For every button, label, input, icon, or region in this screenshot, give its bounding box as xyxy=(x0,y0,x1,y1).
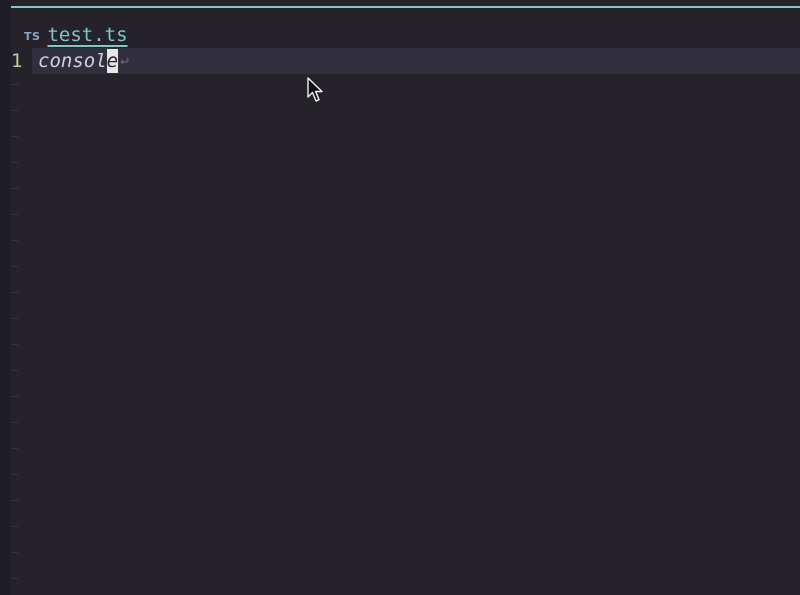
gutter-tick xyxy=(11,162,18,163)
return-arrow-icon: ↩ xyxy=(120,52,130,70)
gutter-tick xyxy=(11,84,18,85)
code-text[interactable]: consol xyxy=(38,49,107,73)
tab-label[interactable]: test.ts xyxy=(47,24,127,46)
gutter-tick xyxy=(11,110,18,111)
gutter-tick xyxy=(11,370,18,371)
gutter-tick xyxy=(11,344,18,345)
gutter-tick xyxy=(11,318,18,319)
gutter-tick xyxy=(11,396,18,397)
text-cursor: e xyxy=(106,49,119,73)
gutter-tick xyxy=(11,422,18,423)
gutter-tick xyxy=(11,578,18,579)
gutter-tick xyxy=(11,188,18,189)
gutter-tick xyxy=(11,552,18,553)
gutter-markers xyxy=(11,76,31,595)
gutter-tick xyxy=(11,474,18,475)
gutter-tick xyxy=(11,292,18,293)
gutter-tick xyxy=(11,266,18,267)
gutter-tick xyxy=(11,136,18,137)
gutter-edge xyxy=(0,0,11,595)
code-line[interactable]: consol e ↩ xyxy=(38,49,129,73)
gutter-tick xyxy=(11,214,18,215)
gutter-tick xyxy=(11,500,18,501)
current-line-highlight xyxy=(32,48,800,74)
tab-test-ts[interactable]: TS test.ts xyxy=(24,22,128,48)
tab-bar-border xyxy=(11,6,800,8)
line-number: 1 xyxy=(11,50,23,72)
typescript-file-icon: TS xyxy=(24,29,41,43)
gutter-tick xyxy=(11,448,18,449)
mouse-pointer-icon xyxy=(307,77,323,102)
editor-window: TS test.ts 1 consol e ↩ xyxy=(0,0,800,595)
gutter-tick xyxy=(11,240,18,241)
gutter-tick xyxy=(11,526,18,527)
